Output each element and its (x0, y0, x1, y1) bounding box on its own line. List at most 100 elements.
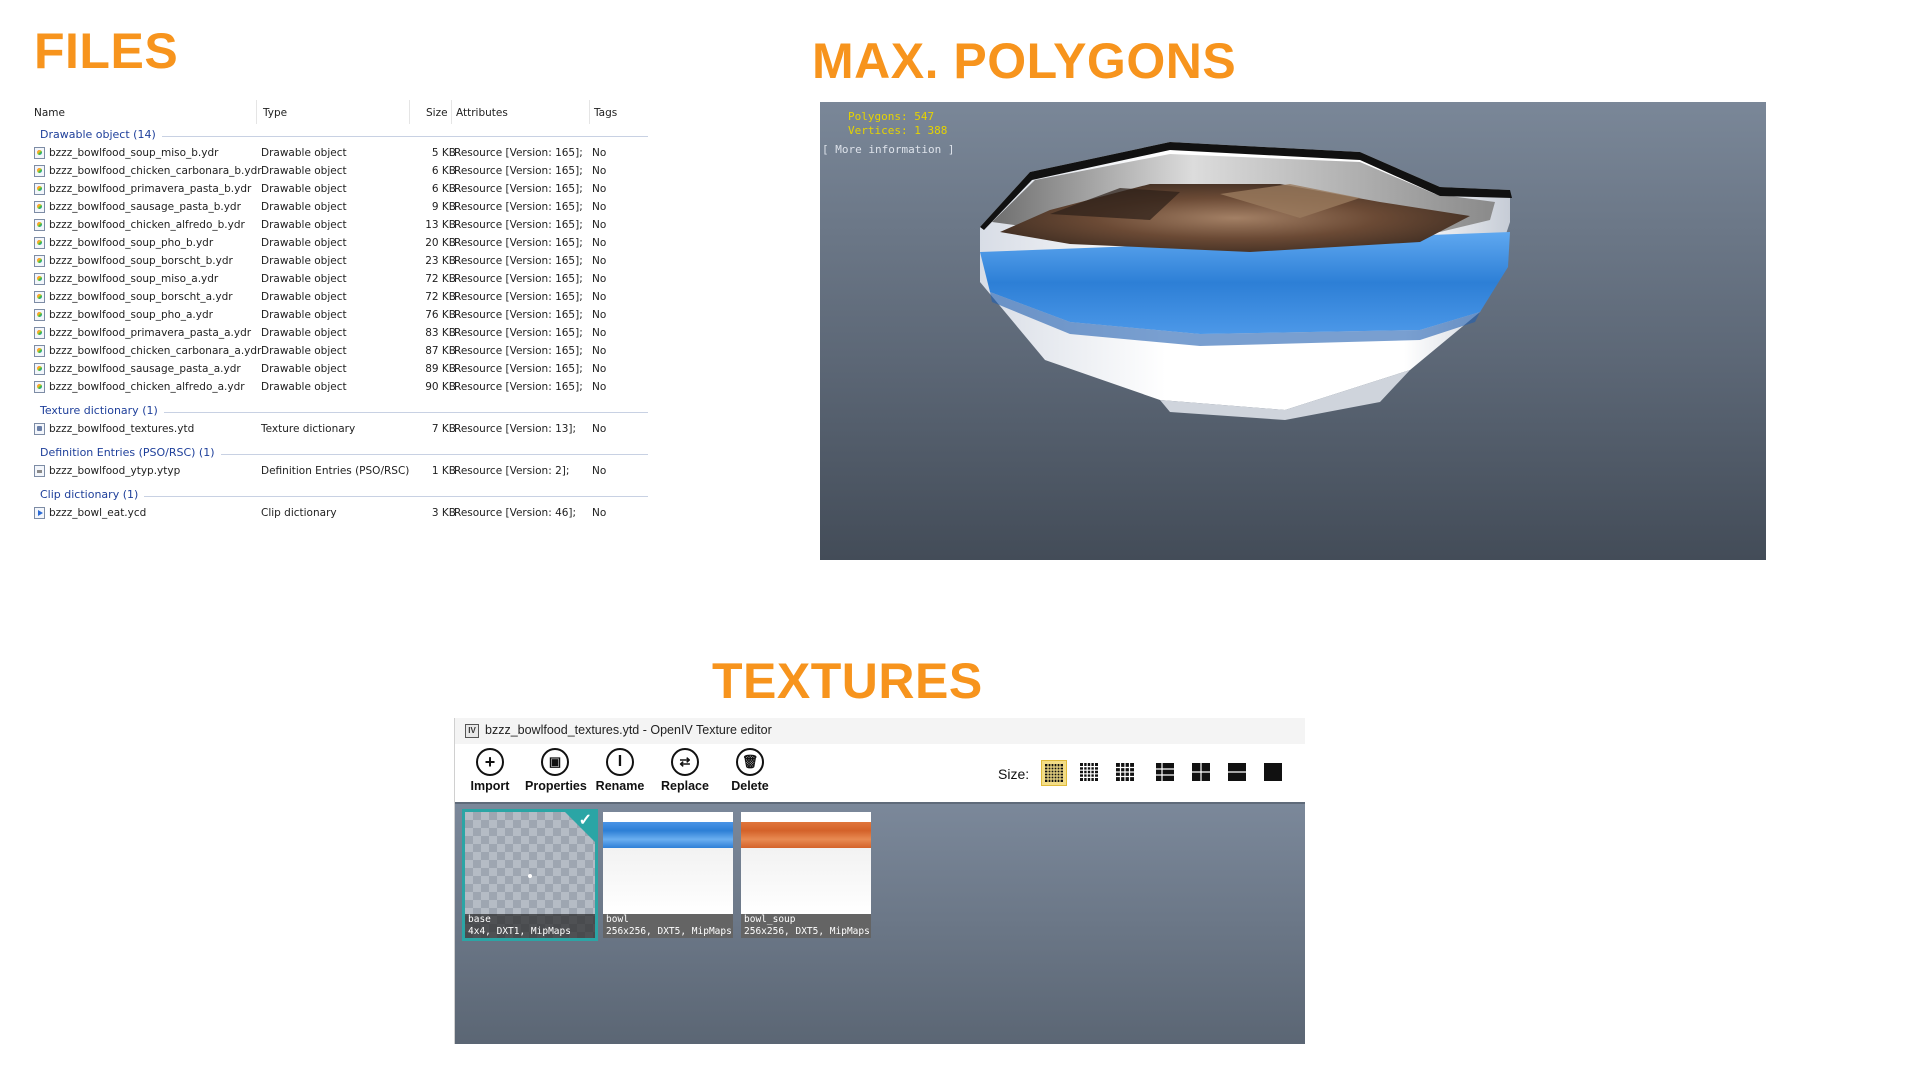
file-name: bzzz_bowl_eat.ycd (49, 507, 147, 519)
file-name: bzzz_bowlfood_soup_borscht_a.ydr (49, 291, 233, 303)
file-attributes: Resource [Version: 13]; (454, 423, 577, 435)
file-row[interactable]: bzzz_bowlfood_chicken_alfredo_b.ydr Drawa… (30, 216, 650, 234)
file-type: Texture dictionary (261, 423, 356, 435)
file-type: Drawable object (261, 363, 347, 375)
texture-card-base[interactable]: ✓ base 4x4, DXT1, MipMaps (462, 809, 598, 941)
file-name: bzzz_bowlfood_textures.ytd (49, 423, 195, 435)
white-area (603, 848, 733, 914)
file-type: Drawable object (261, 183, 347, 195)
grid-medium-icon[interactable] (1077, 760, 1103, 786)
grid-fine-icon[interactable] (1041, 760, 1067, 786)
file-size: 76 KB (425, 309, 456, 321)
group-header[interactable]: Drawable object (14) (30, 126, 650, 144)
more-information-link[interactable]: [ More information ] (822, 143, 954, 156)
white-area (741, 848, 871, 914)
file-name: bzzz_bowlfood_soup_miso_b.ydr (49, 147, 219, 159)
file-name: bzzz_bowlfood_chicken_carbonara_b.ydr (49, 165, 262, 177)
file-row[interactable]: bzzz_bowlfood_chicken_carbonara_a.ydr Dra… (30, 342, 650, 360)
drawable-icon (34, 201, 45, 213)
file-tags: No (592, 363, 607, 375)
file-type: Drawable object (261, 273, 347, 285)
file-row[interactable]: bzzz_bowlfood_textures.ytd Texture dictio… (30, 420, 650, 438)
import-button[interactable]: + Import (460, 748, 520, 793)
list-icon[interactable] (1153, 760, 1179, 786)
column-header-attributes[interactable]: Attributes (456, 102, 508, 124)
file-row[interactable]: bzzz_bowlfood_chicken_carbonara_b.ydr Dra… (30, 162, 650, 180)
column-header-tags[interactable]: Tags (594, 102, 617, 124)
file-row[interactable]: bzzz_bowlfood_primavera_pasta_a.ydr Drawa… (30, 324, 650, 342)
file-type: Clip dictionary (261, 507, 337, 519)
large-icon[interactable] (1261, 760, 1287, 786)
column-header-size[interactable]: Size (426, 102, 448, 124)
wide-icon[interactable] (1225, 760, 1251, 786)
group-header[interactable]: Clip dictionary (1) (30, 486, 650, 504)
column-divider[interactable] (256, 100, 257, 124)
file-name: bzzz_bowlfood_soup_pho_b.ydr (49, 237, 214, 249)
file-row[interactable]: bzzz_bowl_eat.ycd Clip dictionary 3 KB Reso… (30, 504, 650, 522)
file-attributes: Resource [Version: 165]; (454, 345, 583, 357)
file-row[interactable]: bzzz_bowlfood_soup_borscht_b.ydr Drawable… (30, 252, 650, 270)
texture-grid[interactable]: ✓ base 4x4, DXT1, MipMaps bowl 256x256, … (455, 804, 1305, 1044)
model-viewport[interactable]: Polygons: 547 Vertices: 1 388 [ More inf… (820, 102, 1766, 560)
texture-info: 4x4, DXT1, MipMaps (465, 926, 595, 938)
drawable-icon (34, 327, 45, 339)
file-type: Drawable object (261, 201, 347, 213)
column-divider[interactable] (451, 100, 452, 124)
file-name: bzzz_bowlfood_soup_pho_a.ydr (49, 309, 213, 321)
tiles-icon[interactable] (1189, 760, 1215, 786)
file-name: bzzz_bowlfood_sausage_pasta_b.ydr (49, 201, 241, 213)
file-row[interactable]: bzzz_bowlfood_chicken_alfredo_a.ydr Drawa… (30, 378, 650, 396)
group-header[interactable]: Texture dictionary (1) (30, 402, 650, 420)
clip-dictionary-icon (34, 507, 45, 519)
file-row[interactable]: bzzz_bowlfood_sausage_pasta_a.ydr Drawabl… (30, 360, 650, 378)
bowl-model (980, 142, 1512, 420)
column-header-type[interactable]: Type (263, 102, 287, 124)
properties-button[interactable]: ▣ Properties (525, 748, 587, 793)
drawable-icon (34, 273, 45, 285)
file-row[interactable]: bzzz_bowlfood_primavera_pasta_b.ydr Drawa… (30, 180, 650, 198)
group-label: Texture dictionary (1) (40, 404, 164, 417)
size-label: Size: (998, 766, 1030, 782)
file-size: 20 KB (425, 237, 456, 249)
texture-card-bowl-soup[interactable]: bowl_soup 256x256, DXT5, MipMaps (741, 812, 871, 938)
file-attributes: Resource [Version: 165]; (454, 219, 583, 231)
file-row[interactable]: bzzz_bowlfood_soup_miso_a.ydr Drawable ob… (30, 270, 650, 288)
column-header-name[interactable]: Name (34, 102, 65, 124)
texture-info: 256x256, DXT5, MipMaps (603, 926, 733, 938)
file-type: Drawable object (261, 345, 347, 357)
file-name: bzzz_bowlfood_soup_miso_a.ydr (49, 273, 219, 285)
file-type: Drawable object (261, 237, 347, 249)
file-attributes: Resource [Version: 165]; (454, 237, 583, 249)
drawable-icon (34, 345, 45, 357)
replace-button[interactable]: ⇄ Replace (655, 748, 715, 793)
file-row[interactable]: bzzz_bowlfood_soup_miso_b.ydr Drawable ob… (30, 144, 650, 162)
files-heading: FILES (34, 23, 179, 79)
file-row[interactable]: bzzz_bowlfood_ytyp.ytyp Definition Entrie… (30, 462, 650, 480)
column-divider[interactable] (589, 100, 590, 124)
polygon-count: Polygons: 547 (848, 110, 935, 123)
texture-card-bowl[interactable]: bowl 256x256, DXT5, MipMaps (603, 812, 733, 938)
import-label: Import (470, 779, 510, 793)
file-size: 13 KB (425, 219, 456, 231)
rename-button[interactable]: I Rename (590, 748, 650, 793)
file-size: 90 KB (425, 381, 456, 393)
file-row[interactable]: bzzz_bowlfood_soup_pho_a.ydr Drawable obj… (30, 306, 650, 324)
file-row[interactable]: bzzz_bowlfood_soup_borscht_a.ydr Drawable… (30, 288, 650, 306)
file-name: bzzz_bowlfood_chicken_alfredo_a.ydr (49, 381, 245, 393)
plus-icon: + (476, 748, 504, 776)
texture-thumbnail (603, 812, 733, 822)
drawable-icon (34, 183, 45, 195)
file-tags: No (592, 327, 607, 339)
group-header[interactable]: Definition Entries (PSO/RSC) (1) (30, 444, 650, 462)
properties-label: Properties (525, 779, 587, 793)
texture-name: base (465, 914, 595, 926)
column-divider[interactable] (409, 100, 410, 124)
max-polygons-heading: MAX. POLYGONS (812, 33, 1237, 89)
grid-coarse-icon[interactable] (1113, 760, 1139, 786)
file-row[interactable]: bzzz_bowlfood_sausage_pasta_b.ydr Drawabl… (30, 198, 650, 216)
delete-button[interactable]: 🗑 Delete (720, 748, 780, 793)
file-size: 7 KB (431, 423, 456, 435)
file-row[interactable]: bzzz_bowlfood_soup_pho_b.ydr Drawable obj… (30, 234, 650, 252)
file-size: 3 KB (431, 507, 456, 519)
file-size: 83 KB (425, 327, 456, 339)
